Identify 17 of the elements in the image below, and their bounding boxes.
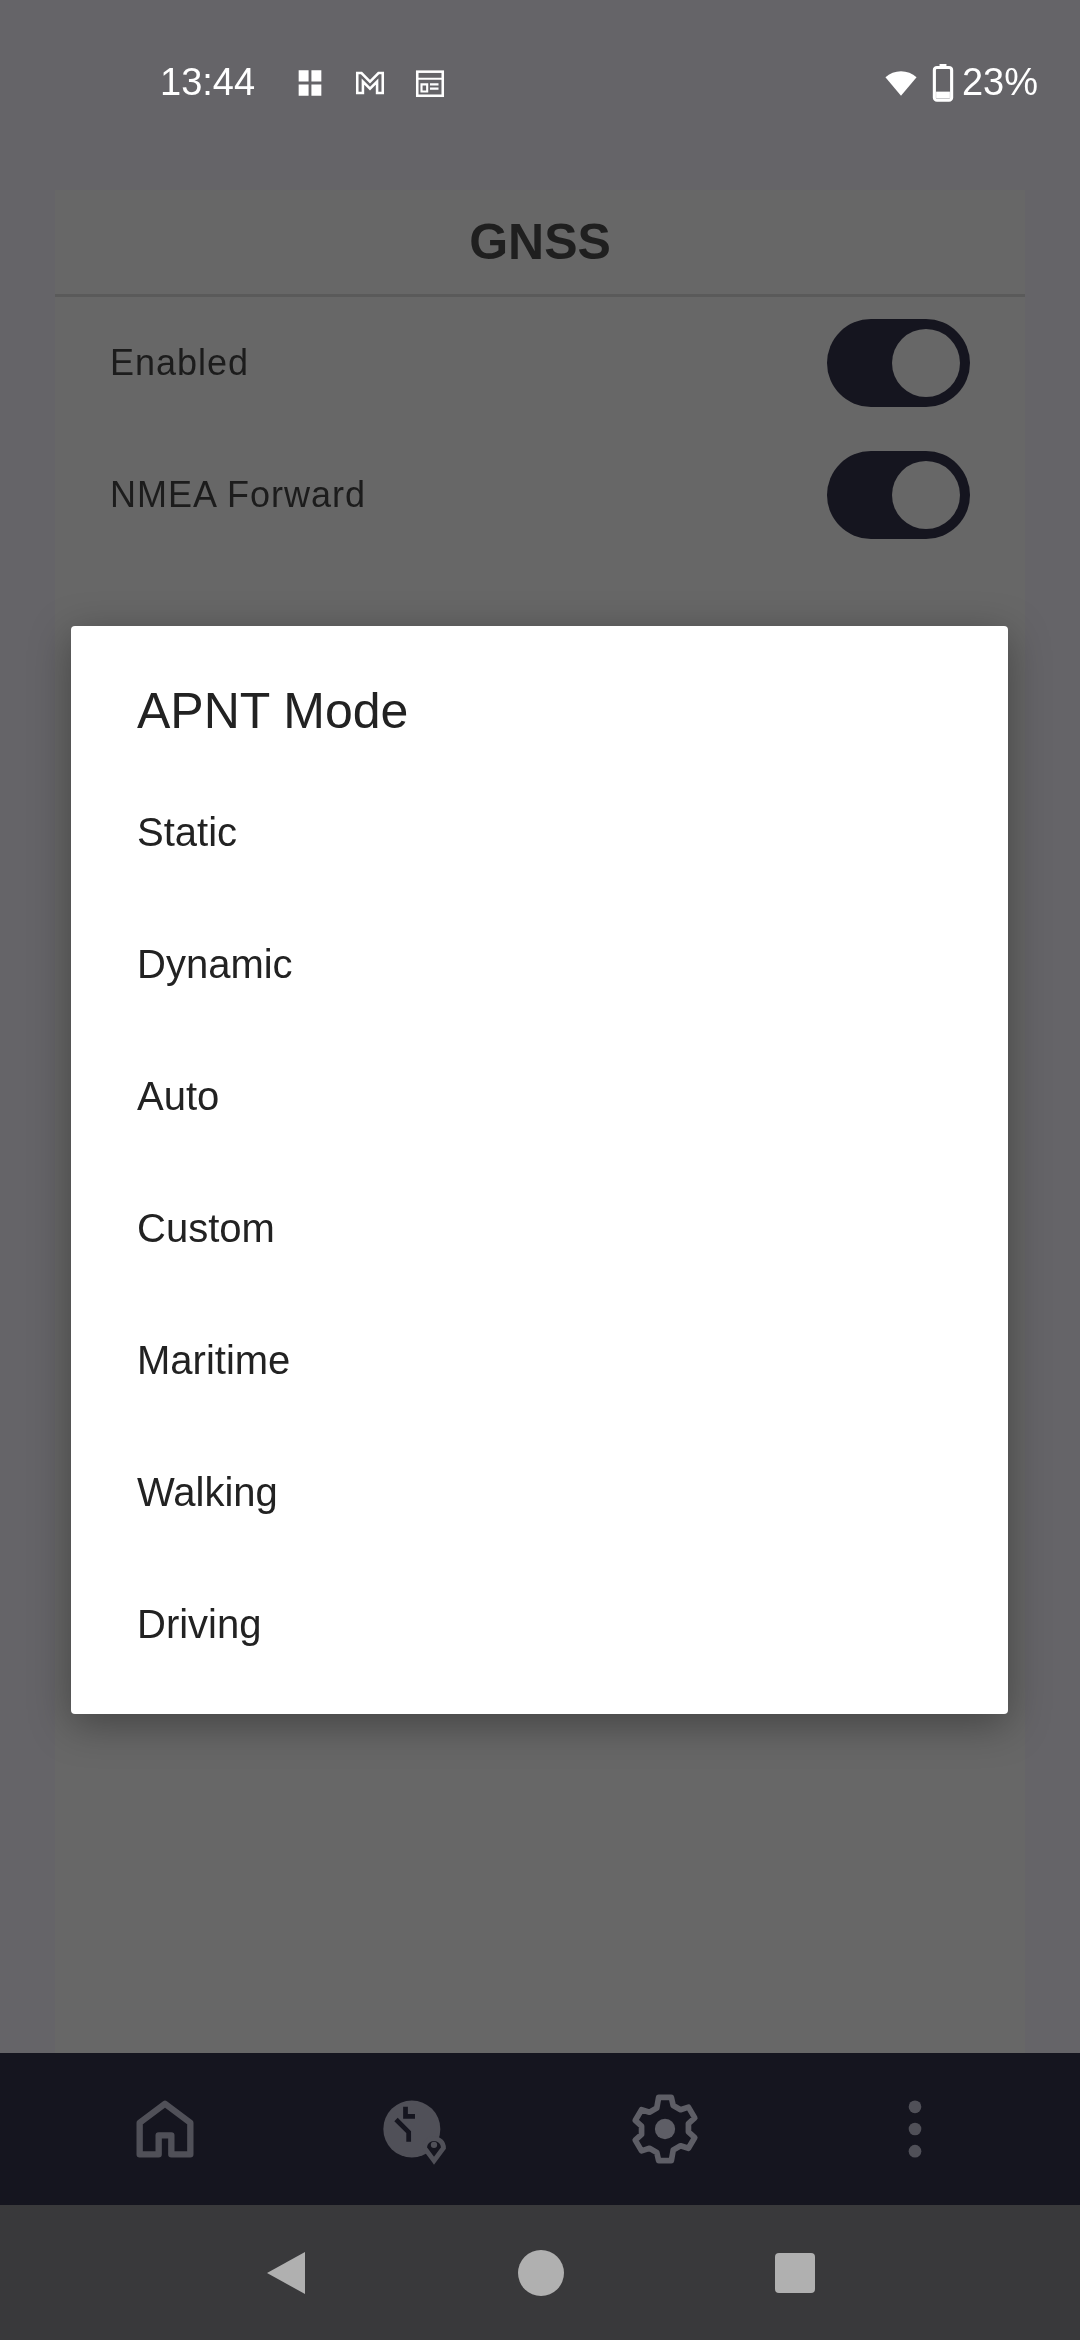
back-icon[interactable] bbox=[265, 2249, 307, 2296]
setting-label: Enabled bbox=[110, 342, 250, 384]
battery-percent: 23% bbox=[961, 61, 1038, 104]
recents-icon[interactable] bbox=[775, 2252, 815, 2293]
mode-option[interactable]: Auto bbox=[71, 1030, 1008, 1162]
battery-icon bbox=[931, 63, 954, 102]
mode-option[interactable]: Maritime bbox=[71, 1294, 1008, 1426]
mode-option[interactable]: Custom bbox=[71, 1162, 1008, 1294]
card-title: GNSS bbox=[55, 190, 1025, 297]
home-button-icon[interactable] bbox=[517, 2248, 565, 2297]
setting-label: NMEA Forward bbox=[110, 474, 367, 516]
mode-option[interactable]: Walking bbox=[71, 1426, 1008, 1558]
status-time: 13:44 bbox=[160, 61, 256, 104]
dialog-title: APNT Mode bbox=[136, 682, 410, 741]
mode-option[interactable]: Dynamic bbox=[71, 898, 1008, 1030]
mode-option[interactable]: Static bbox=[71, 766, 1008, 898]
mode-option[interactable]: Driving bbox=[71, 1558, 1008, 1690]
